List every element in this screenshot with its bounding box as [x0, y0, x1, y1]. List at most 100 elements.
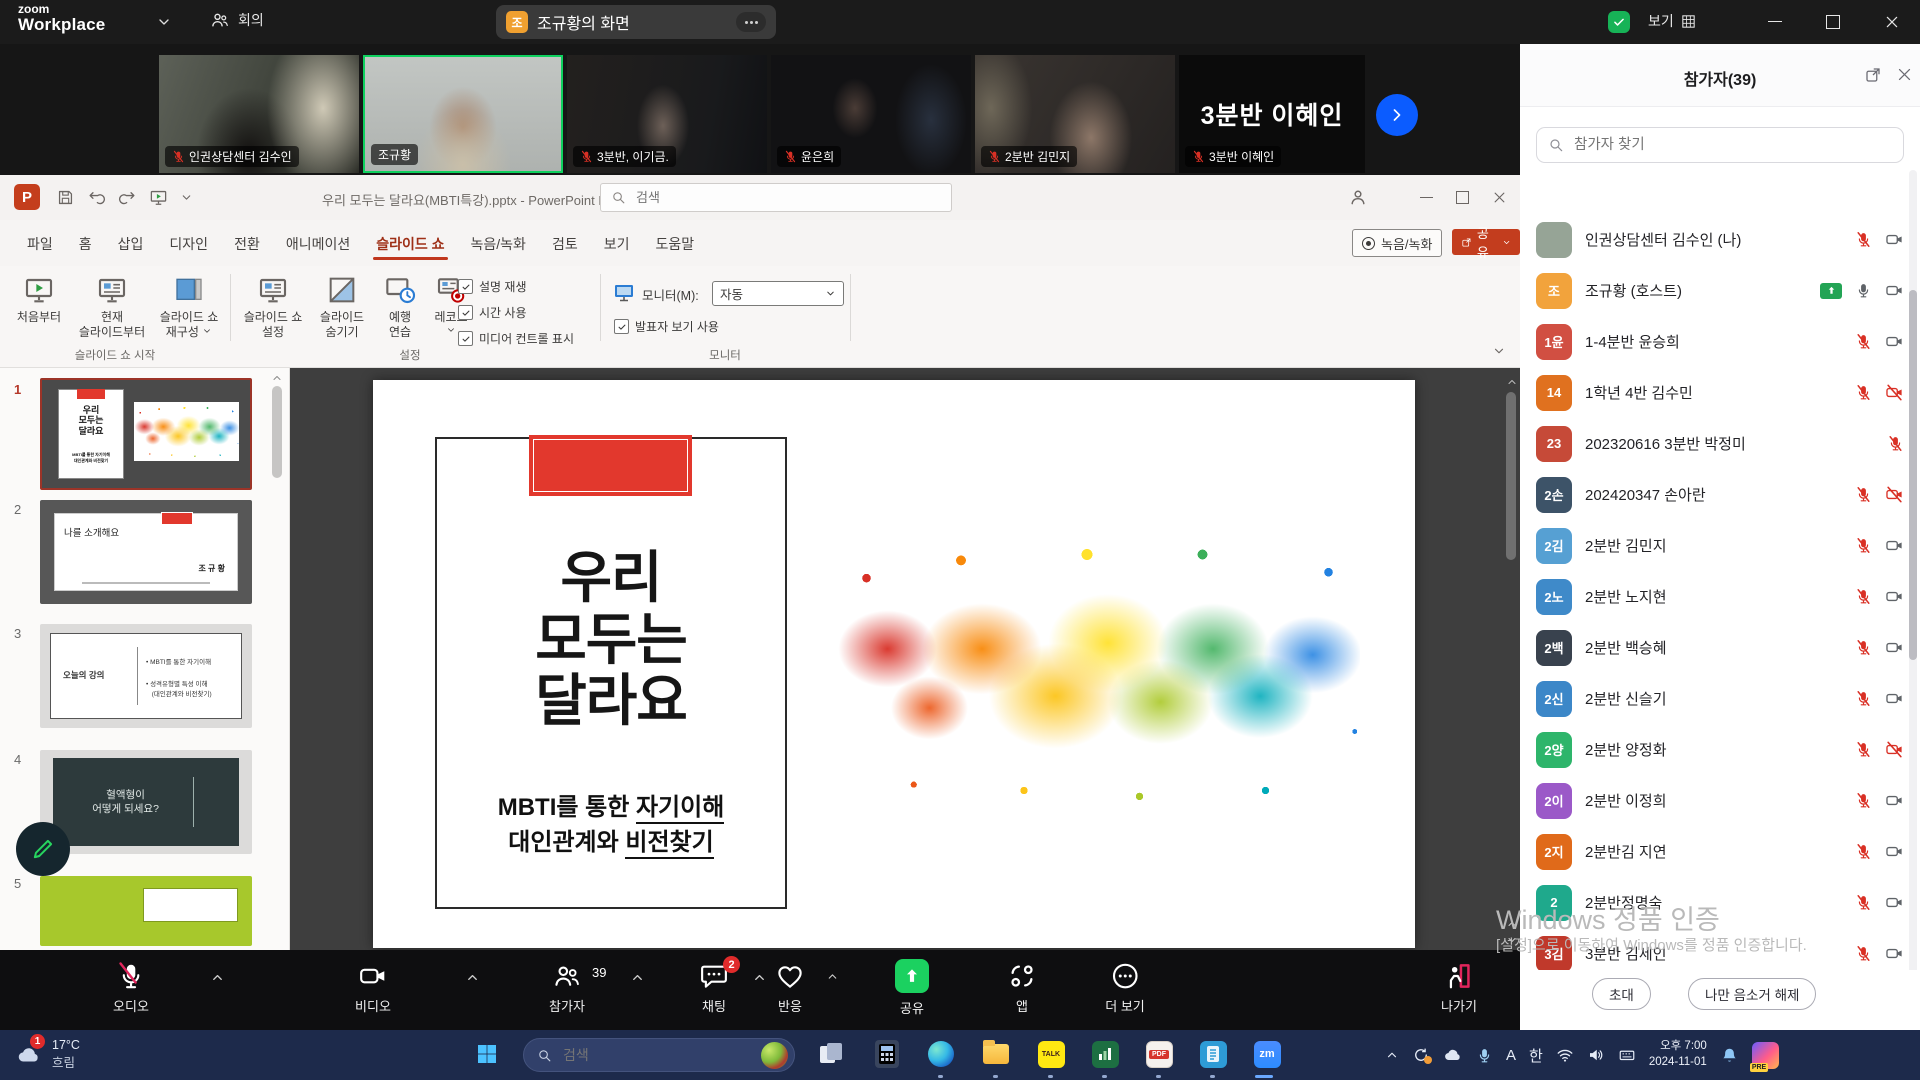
- ppt-search-box[interactable]: [600, 183, 952, 212]
- canvas-scrollbar[interactable]: [1506, 392, 1516, 560]
- video-tile[interactable]: 인권상담센터 김수인: [159, 55, 359, 173]
- annotation-pencil-button[interactable]: [16, 822, 70, 876]
- next-slide-icon[interactable]: [1506, 934, 1518, 946]
- monitor-select[interactable]: 자동: [712, 281, 844, 306]
- undo-icon[interactable]: [87, 188, 106, 207]
- edge-browser-icon[interactable]: [926, 1039, 956, 1069]
- participant-search-box[interactable]: [1536, 127, 1904, 163]
- ppt-search-input[interactable]: [634, 189, 918, 206]
- tray-expand-chevron-icon[interactable]: [1385, 1048, 1399, 1062]
- tab-view[interactable]: 보기: [591, 234, 643, 266]
- muted-mic-icon[interactable]: [1855, 588, 1872, 605]
- close-button[interactable]: [1884, 14, 1900, 30]
- tray-mic-icon[interactable]: [1476, 1047, 1493, 1064]
- previous-slide-icon[interactable]: [1506, 918, 1518, 930]
- task-view-icon[interactable]: [816, 1039, 846, 1069]
- participant-row[interactable]: 2이 2분반 이정희: [1520, 775, 1920, 826]
- unmute-me-button[interactable]: 나만 음소거 해제: [1688, 978, 1816, 1010]
- setup-slideshow-button[interactable]: 슬라이드 쇼설정: [236, 274, 310, 340]
- leave-button[interactable]: 나가기: [1441, 961, 1477, 1015]
- taskbar-search-input[interactable]: [561, 1046, 735, 1064]
- tab-shared-screen[interactable]: 조 조규황의 화면: [496, 5, 776, 39]
- sync-icon[interactable]: [1412, 1046, 1430, 1064]
- camera-on-icon[interactable]: [1885, 842, 1904, 861]
- participant-row[interactable]: 2백 2분반 백승혜: [1520, 622, 1920, 673]
- muted-mic-icon[interactable]: [1855, 894, 1872, 911]
- copilot-preview-icon[interactable]: PRE: [1752, 1042, 1779, 1069]
- apps-button[interactable]: 앱: [1007, 961, 1037, 1015]
- participant-search-input[interactable]: [1572, 136, 1866, 154]
- minimize-button[interactable]: [1768, 21, 1782, 38]
- participant-row[interactable]: 2지 2분반김 지연: [1520, 826, 1920, 877]
- participant-row[interactable]: 23 202320616 3분반 박정미: [1520, 418, 1920, 469]
- canvas-scroll-up-icon[interactable]: [1506, 376, 1518, 388]
- tab-review[interactable]: 검토: [539, 234, 591, 266]
- popout-icon[interactable]: [1864, 66, 1882, 84]
- use-presenter-view-checkbox[interactable]: 발표자 보기 사용: [614, 318, 719, 335]
- tab-meeting[interactable]: 회의: [210, 10, 264, 30]
- tab-insert[interactable]: 삽입: [105, 234, 157, 266]
- ppt-share-button[interactable]: 공유: [1452, 229, 1520, 255]
- camera-on-icon[interactable]: [1885, 536, 1904, 555]
- video-tile[interactable]: 2분반 김민지: [975, 55, 1175, 173]
- muted-mic-icon[interactable]: [1855, 333, 1872, 350]
- next-page-button[interactable]: [1376, 94, 1418, 136]
- audio-chevron-icon[interactable]: [210, 970, 225, 985]
- slide-thumbnail-2[interactable]: 나를 소개해요 조 규 황: [40, 500, 252, 604]
- security-shield-icon[interactable]: [1608, 11, 1630, 33]
- tab-help[interactable]: 도움말: [642, 234, 707, 266]
- video-tile-no-video[interactable]: 3분반 이혜인 3분반 이혜인: [1179, 55, 1365, 173]
- camera-off-icon[interactable]: [1885, 740, 1904, 759]
- hide-slide-button[interactable]: 슬라이드숨기기: [310, 274, 374, 340]
- calculator-icon[interactable]: [872, 1039, 902, 1069]
- camera-on-icon[interactable]: [1885, 332, 1904, 351]
- taskbar-search[interactable]: [523, 1038, 795, 1072]
- play-narrations-checkbox[interactable]: 설명 재생: [458, 278, 527, 295]
- collapse-ribbon-chevron-icon[interactable]: [1492, 344, 1506, 358]
- participant-row[interactable]: 2손 202420347 손아란: [1520, 469, 1920, 520]
- camera-off-icon[interactable]: [1885, 485, 1904, 504]
- kakaotalk-icon[interactable]: TALK: [1036, 1039, 1066, 1069]
- ppt-minimize-button[interactable]: [1420, 197, 1433, 198]
- more-button[interactable]: 더 보기: [1105, 961, 1145, 1015]
- slide-thumbnail-1-selected[interactable]: 우리모두는달라요 MBTI를 통한 자기이해 대인관계와 비전찾기: [40, 378, 252, 490]
- muted-mic-icon[interactable]: [1887, 435, 1904, 452]
- muted-mic-icon[interactable]: [1855, 486, 1872, 503]
- volume-icon[interactable]: [1587, 1046, 1605, 1064]
- account-icon[interactable]: [1348, 187, 1368, 207]
- from-beginning-button[interactable]: 처음부터: [8, 274, 70, 325]
- tab-animations[interactable]: 애니메이션: [273, 234, 363, 266]
- camera-on-icon[interactable]: [1885, 230, 1904, 249]
- pdf-app-icon[interactable]: PDF: [1144, 1039, 1174, 1069]
- participant-row[interactable]: 2양 2분반 양정화: [1520, 724, 1920, 775]
- taskbar-temp[interactable]: 17°C: [52, 1037, 80, 1055]
- start-button[interactable]: [472, 1039, 502, 1069]
- show-media-controls-checkbox[interactable]: 미디어 컨트롤 표시: [458, 330, 574, 347]
- camera-on-icon[interactable]: [1885, 893, 1904, 912]
- muted-mic-icon[interactable]: [1855, 537, 1872, 554]
- maximize-button[interactable]: [1826, 15, 1840, 29]
- camera-on-icon[interactable]: [1885, 587, 1904, 606]
- ime-korean-indicator[interactable]: 한: [1529, 1045, 1543, 1066]
- audio-button[interactable]: 오디오: [113, 961, 149, 1015]
- taskbar-weather[interactable]: 흐림: [52, 1055, 80, 1073]
- tab-more-icon[interactable]: [736, 12, 766, 32]
- camera-on-icon[interactable]: [1885, 944, 1904, 963]
- muted-mic-icon[interactable]: [1855, 792, 1872, 809]
- slide-thumbnail-5[interactable]: [40, 876, 252, 946]
- customize-qat-chevron-icon[interactable]: [180, 191, 193, 204]
- custom-slideshow-button[interactable]: 슬라이드 쇼 재구성: [152, 274, 226, 340]
- camera-off-icon[interactable]: [1885, 383, 1904, 402]
- close-panel-icon[interactable]: [1896, 66, 1913, 83]
- participants-chevron-icon[interactable]: [630, 970, 645, 985]
- chat-chevron-icon[interactable]: [752, 970, 767, 985]
- file-explorer-icon[interactable]: [981, 1039, 1011, 1069]
- video-tile[interactable]: 3분반, 이기금.: [567, 55, 767, 173]
- participant-row[interactable]: 14 1학년 4반 김수민: [1520, 367, 1920, 418]
- participants-button[interactable]: 참가자: [549, 961, 585, 1015]
- muted-mic-icon[interactable]: [1855, 945, 1872, 962]
- reactions-button[interactable]: 반응: [775, 961, 805, 1015]
- thumbnail-scrollbar[interactable]: [272, 386, 282, 478]
- muted-mic-icon[interactable]: [1855, 639, 1872, 656]
- from-current-slide-button[interactable]: 현재슬라이드부터: [70, 274, 154, 340]
